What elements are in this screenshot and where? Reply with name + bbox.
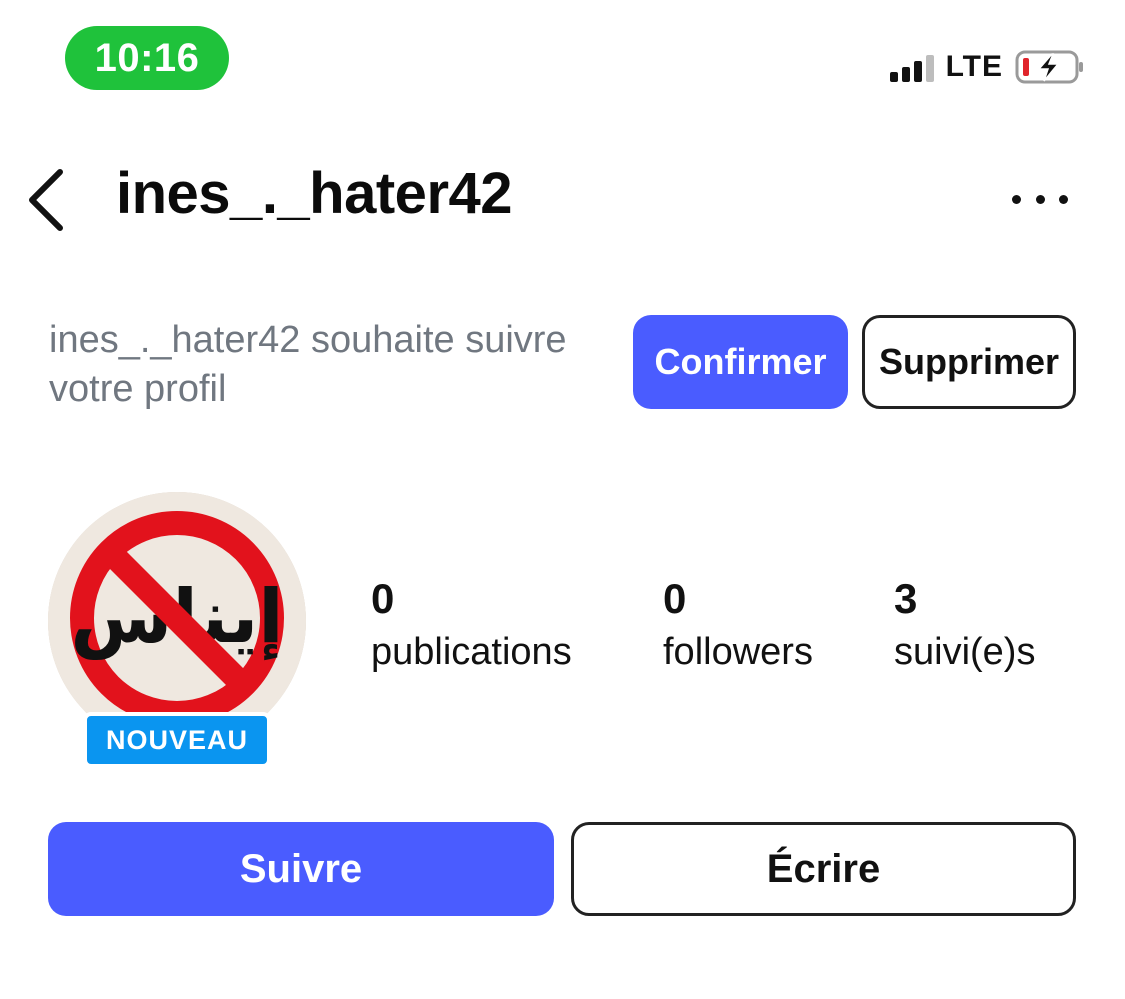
more-options-button[interactable] (1012, 184, 1068, 214)
stat-following-label: suivi(e)s (894, 631, 1036, 673)
follow-request-text: ines_._hater42 souhaite suivre votre pro… (49, 319, 567, 410)
stat-following[interactable]: 3 suivi(e)s (894, 574, 1035, 680)
status-indicators: LTE (889, 50, 1085, 84)
stat-publications-label: publications (371, 631, 572, 673)
profile-page: 10:16 LTE ines_._hater42 ines_._hater42 … (0, 0, 1125, 999)
back-button[interactable] (22, 164, 72, 234)
follow-button[interactable]: Suivre (48, 822, 554, 916)
status-time: 10:16 (65, 26, 229, 90)
more-horizontal-icon (1012, 194, 1021, 204)
signal-bars-icon (889, 52, 934, 82)
stat-following-value: 3 (894, 575, 918, 622)
chevron-left-icon (29, 169, 63, 231)
message-button[interactable]: Écrire (571, 822, 1076, 916)
delete-request-button[interactable]: Supprimer (862, 315, 1076, 409)
page-title: ines_._hater42 (116, 161, 513, 226)
stat-followers-label: followers (663, 631, 813, 673)
new-badge: NOUVEAU (83, 712, 271, 768)
battery-charging-icon (1015, 50, 1083, 84)
stat-publications-value: 0 (371, 575, 395, 622)
stat-publications[interactable]: 0 publications (371, 574, 572, 680)
network-type: LTE (945, 50, 1003, 83)
stat-followers-value: 0 (663, 575, 687, 622)
confirm-request-button[interactable]: Confirmer (633, 315, 848, 409)
stat-followers[interactable]: 0 followers (663, 574, 813, 680)
